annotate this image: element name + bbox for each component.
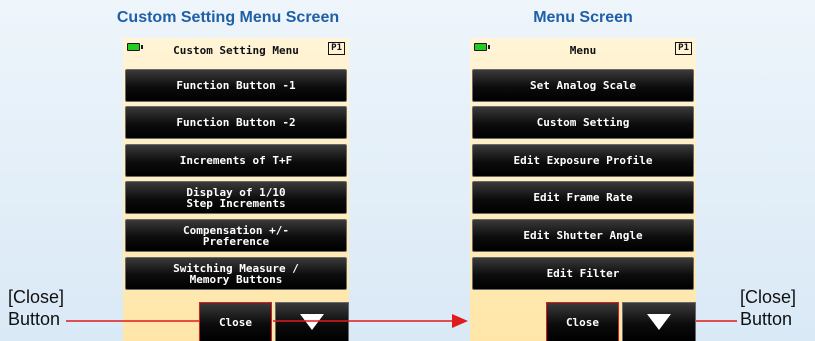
callout-line1: [Close]	[740, 287, 797, 307]
screen-title: Custom Setting Menu	[173, 44, 299, 57]
menu-item-edit-exposure-profile[interactable]: Edit Exposure Profile	[472, 144, 694, 177]
status-bar: Menu P1	[470, 38, 696, 62]
scroll-down-button[interactable]	[622, 302, 696, 341]
close-button-callout-right: [Close] Button	[740, 286, 796, 330]
menu-item-custom-setting[interactable]: Custom Setting	[472, 106, 694, 139]
menu-item-switching-measure-memory[interactable]: Switching Measure / Memory Buttons	[125, 257, 347, 290]
menu-item-edit-frame-rate[interactable]: Edit Frame Rate	[472, 181, 694, 214]
menu-item-compensation-preference[interactable]: Compensation +/- Preference	[125, 219, 347, 252]
triangle-down-icon	[647, 314, 671, 330]
close-button[interactable]: Close	[199, 302, 272, 341]
close-button[interactable]: Close	[546, 302, 619, 341]
menu-item-increments-tf[interactable]: Increments of T+F	[125, 144, 347, 177]
scroll-down-button[interactable]	[275, 302, 349, 341]
menu-screen-heading: Menu Screen	[533, 9, 633, 26]
status-bar: Custom Setting Menu P1	[123, 38, 349, 62]
menu-item-edit-filter[interactable]: Edit Filter	[472, 257, 694, 290]
menu-item-display-step-increments[interactable]: Display of 1/10 Step Increments	[125, 181, 347, 214]
arrow-right-icon	[452, 314, 468, 328]
callout-line2: Button	[8, 309, 61, 329]
page-indicator: P1	[675, 42, 692, 55]
menu-item-function-button-1[interactable]: Function Button -1	[125, 69, 347, 102]
close-button-callout-left: [Close] Button	[8, 286, 64, 330]
callout-line1: [Close]	[8, 287, 65, 307]
callout-line2: Button	[740, 309, 793, 329]
bottom-bar: Close	[123, 301, 349, 341]
page-indicator: P1	[328, 42, 345, 55]
menu-screen: Menu P1 Set Analog Scale Custom Setting …	[470, 38, 696, 341]
menu-item-function-button-2[interactable]: Function Button -2	[125, 106, 347, 139]
custom-setting-menu-screen: Custom Setting Menu P1 Function Button -…	[123, 38, 349, 341]
bottom-bar: Close	[470, 301, 696, 341]
menu-item-set-analog-scale[interactable]: Set Analog Scale	[472, 69, 694, 102]
menu-item-edit-shutter-angle[interactable]: Edit Shutter Angle	[472, 219, 694, 252]
custom-setting-menu-heading: Custom Setting Menu Screen	[116, 9, 340, 26]
triangle-down-icon	[300, 314, 324, 330]
screen-title: Menu	[569, 44, 597, 57]
